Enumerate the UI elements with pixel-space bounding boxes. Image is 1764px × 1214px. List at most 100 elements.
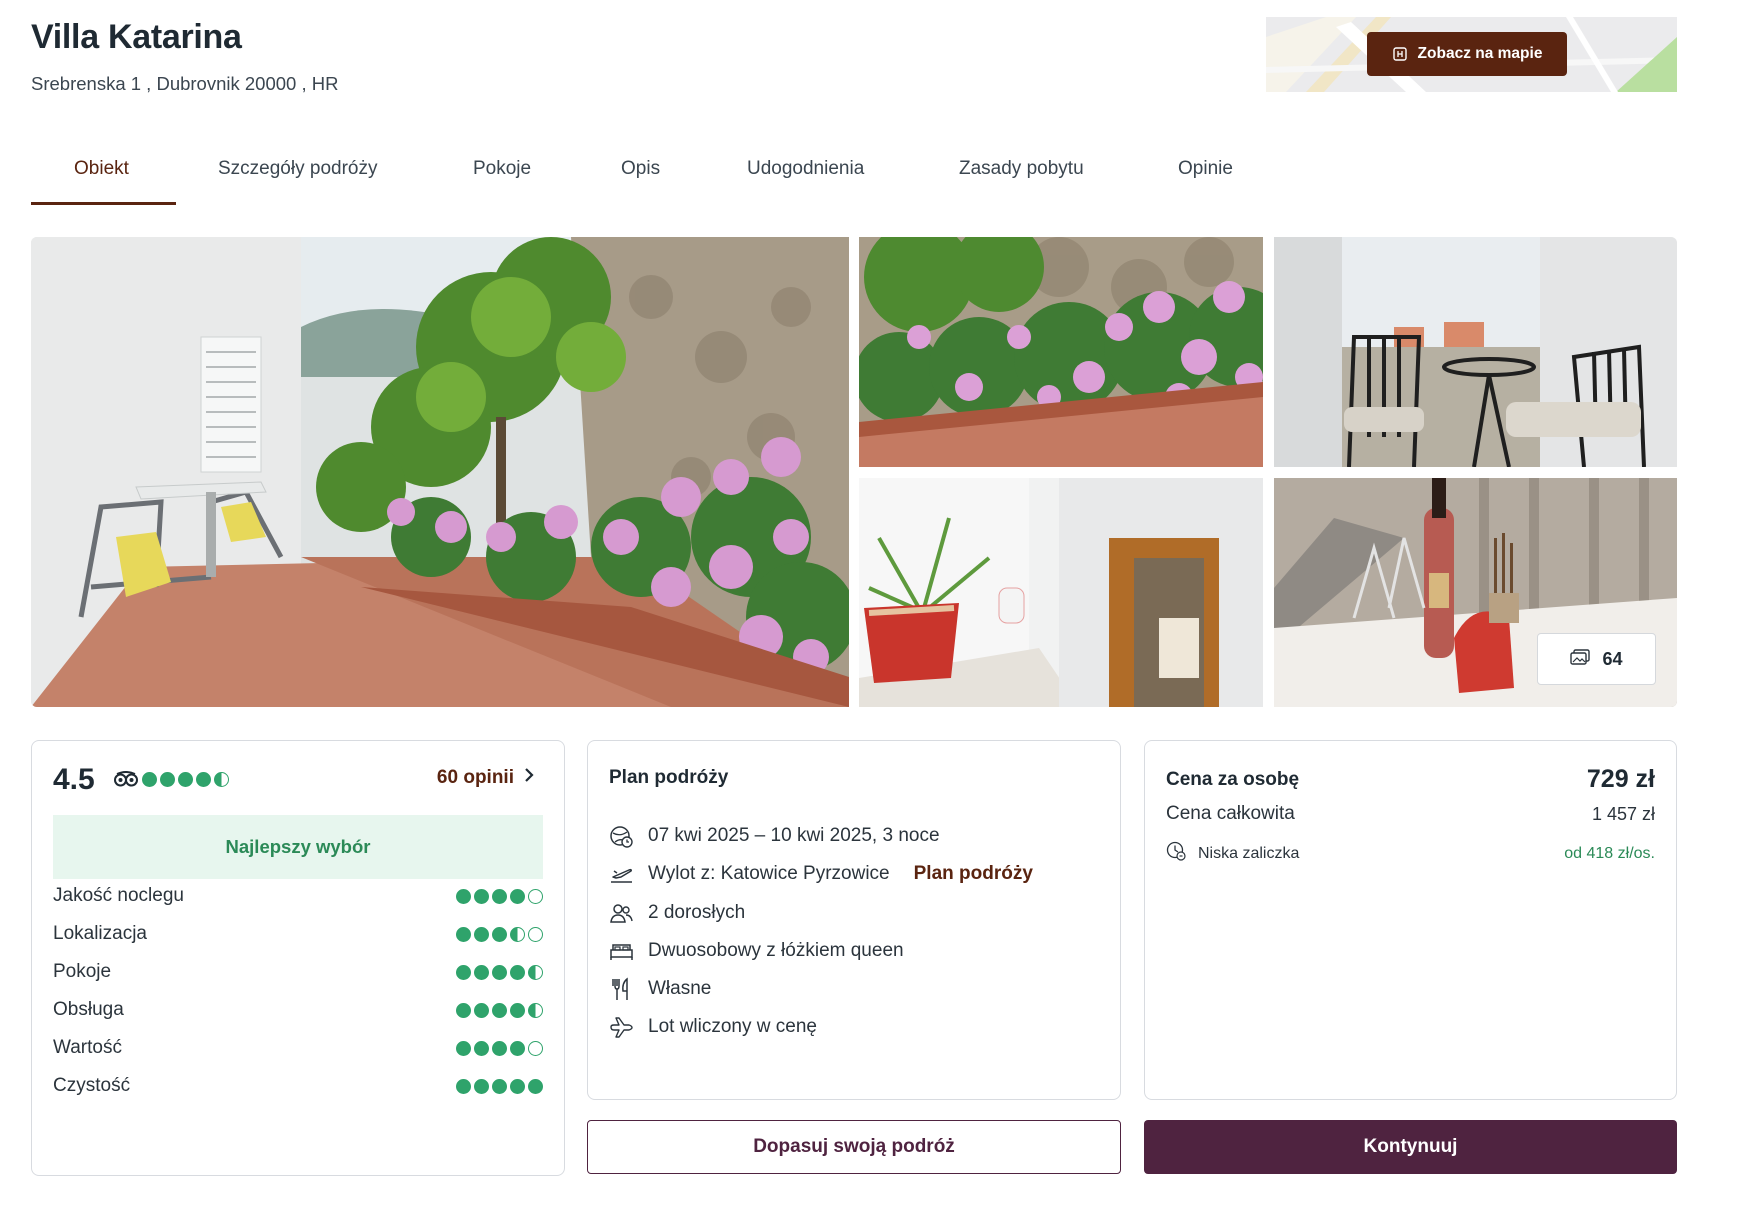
room-type: Dwuosobowy z łóżkiem queen [648,940,904,961]
images-icon [1570,648,1591,670]
rating-dot [528,1040,543,1056]
rating-card: 4.5 60 opinii Najlepszy wybór Jakość noc… [31,740,565,1176]
tab-bar: Obiekt Szczegóły podróży Pokoje Opis Udo… [31,140,1677,206]
trip-dates: 07 kwi 2025 – 10 kwi 2025, 3 noce [648,825,940,846]
best-choice-badge: Najlepszy wybór [53,815,543,879]
rating-dot [456,1002,471,1018]
bed-icon [609,939,634,964]
trip-plan-link[interactable]: Plan podróży [914,863,1033,885]
coin-clock-icon [1166,841,1186,866]
tripadvisor-owl-icon [114,771,138,792]
fork-knife-icon [609,976,634,1002]
guests: 2 dorosłych [648,902,746,923]
chevron-right-icon [524,767,534,789]
tab-description[interactable]: Opis [621,158,660,180]
gallery-photo-2[interactable] [859,237,1263,467]
rating-dot [528,1002,543,1018]
board-row: Własne [609,974,711,1004]
rating-dot [510,1078,525,1094]
show-on-map-button[interactable]: Zobacz na mapie [1367,32,1567,76]
calendar-globe-icon [609,824,634,849]
sub-rating-row: Czystość [53,1073,543,1099]
deposit-value: od 418 zł/os. [1564,844,1655,862]
sub-rating-dots [456,1040,543,1056]
rating-dot [510,888,525,904]
sub-rating-label: Obsługa [53,999,124,1020]
rating-dot [492,888,507,904]
sub-rating-label: Wartość [53,1037,122,1058]
photo-gallery: 64 [31,237,1677,707]
sub-rating-label: Pokoje [53,961,112,982]
price-total-label: Cena całkowita [1166,803,1295,824]
rating-dot [196,772,211,787]
rating-dot [510,964,525,980]
rating-dot [474,1078,489,1094]
rating-dot [456,964,471,980]
rating-dot [456,888,471,904]
sub-rating-dots [456,888,543,904]
price-per-person-value: 729 zł [1586,765,1655,793]
gallery-photo-main[interactable] [31,237,849,707]
plane-icon [609,1015,634,1040]
trip-dates-row: 07 kwi 2025 – 10 kwi 2025, 3 noce [609,821,940,851]
tab-amenities[interactable]: Udogodnienia [747,158,864,180]
deposit-label: Niska zaliczka [1198,844,1300,862]
price-total-row: Cena całkowita 1 457 zł [1166,803,1655,825]
reviews-link[interactable]: 60 opinii [437,767,534,789]
flight-included: Lot wliczony w cenę [648,1016,817,1037]
rating-dot [456,1078,471,1094]
sub-rating-dots [456,964,543,980]
sub-rating-dots [456,1078,543,1094]
board-type: Własne [648,978,712,999]
flight-departure: Wylot z: Katowice Pyrzowice [648,863,890,884]
rating-dot [528,1078,543,1094]
rating-dot [474,1040,489,1056]
photo-count-value: 64 [1602,648,1623,669]
customize-trip-button[interactable]: Dopasuj swoją podróż [587,1120,1121,1174]
rating-dot [456,1040,471,1056]
hotel-address: Srebrenska 1 , Dubrovnik 20000 , HR [31,73,339,94]
sub-rating-label: Lokalizacja [53,923,147,944]
flight-included-row: Lot wliczony w cenę [609,1012,817,1042]
tab-obiekt[interactable]: Obiekt [74,158,129,180]
home-pin-icon [1392,46,1408,62]
continue-button[interactable]: Kontynuuj [1144,1120,1677,1174]
sub-rating-label: Jakość noclegu [53,885,184,906]
sub-rating-row: Wartość [53,1035,543,1061]
price-per-person-row: Cena za osobę 729 zł [1166,765,1655,794]
sub-rating-dots [456,1002,543,1018]
rating-dot [492,1040,507,1056]
rating-dot [474,964,489,980]
rating-dot [528,888,543,904]
trip-plan-heading: Plan podróży [609,767,729,788]
plane-takeoff-icon [609,862,634,887]
rating-dot [178,772,193,787]
tab-rooms[interactable]: Pokoje [473,158,531,180]
rating-dot [528,964,543,980]
gallery-photo-4[interactable] [859,478,1263,707]
gallery-photo-3[interactable] [1274,237,1677,467]
rating-dot [142,772,157,787]
sub-rating-row: Pokoje [53,959,543,985]
rating-dot [492,964,507,980]
sub-rating-dots [456,926,543,942]
rating-dot [456,926,471,942]
tab-trip-details[interactable]: Szczegóły podróży [218,158,377,180]
price-total-value: 1 457 zł [1591,803,1655,824]
people-icon [609,901,634,926]
price-per-person-label: Cena za osobę [1166,768,1300,790]
photo-count-button[interactable]: 64 [1537,633,1656,685]
rating-dot [492,1002,507,1018]
room-row: Dwuosobowy z łóżkiem queen [609,936,904,966]
flight-departure-row: Wylot z: Katowice Pyrzowice Plan podróży [609,859,1033,889]
overall-rating-dots [142,772,229,787]
rating-dot [510,1040,525,1056]
rating-dot [528,926,543,942]
rating-dot [474,888,489,904]
rating-dot [160,772,175,787]
tab-house-rules[interactable]: Zasady pobytu [959,158,1084,180]
sub-rating-row: Obsługa [53,997,543,1023]
rating-dot [492,926,507,942]
rating-dot [492,1078,507,1094]
tab-reviews[interactable]: Opinie [1178,158,1233,180]
